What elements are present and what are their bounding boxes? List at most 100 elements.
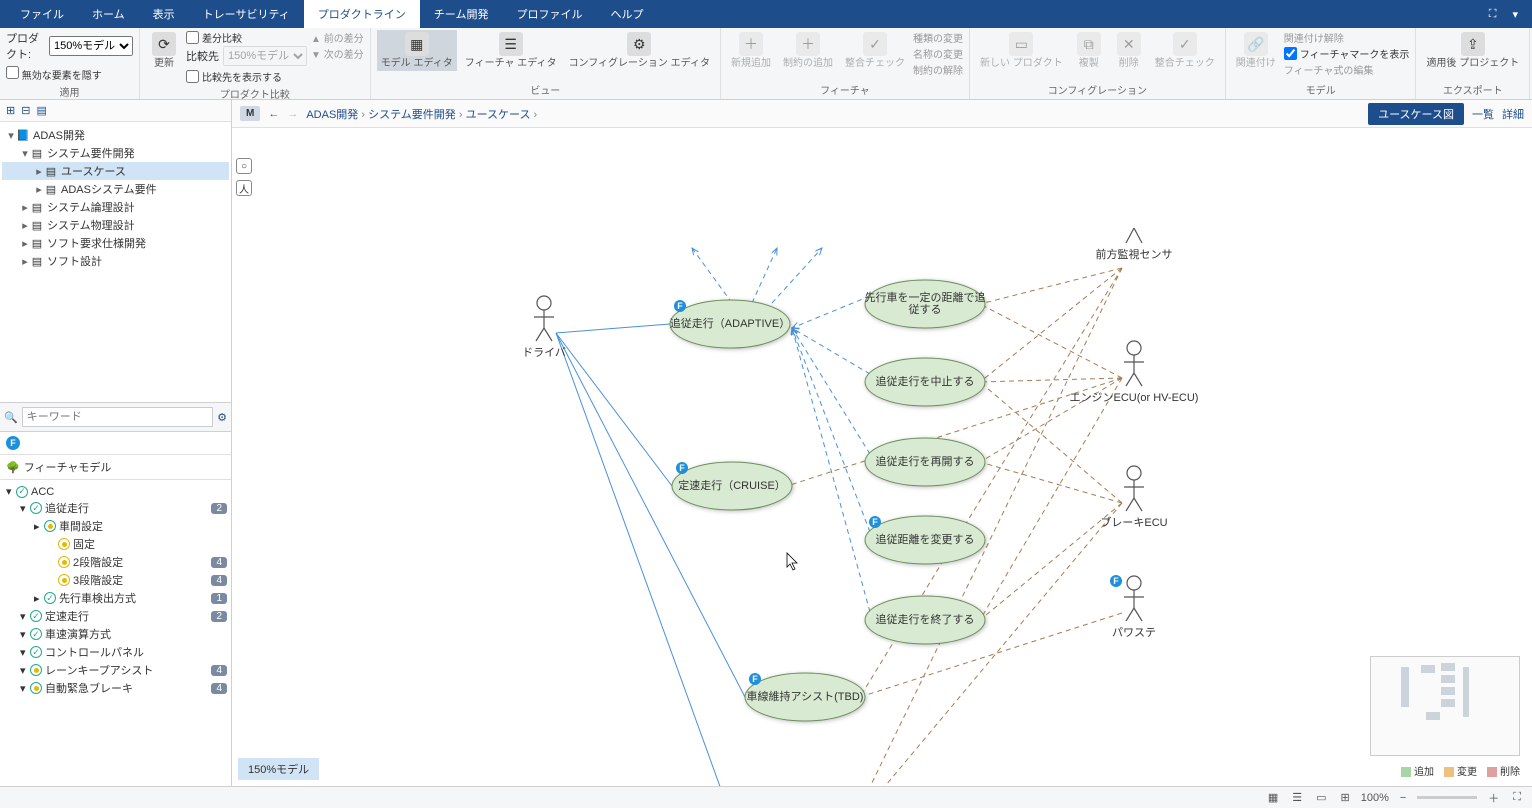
feature-node[interactable]: ▾✓定速走行2 bbox=[2, 607, 229, 625]
add-constraint-button[interactable]: ＋制約の追加 bbox=[779, 30, 837, 71]
usecase[interactable]: 追従距離を変更するF bbox=[865, 516, 985, 564]
nav-fwd-icon[interactable]: → bbox=[287, 108, 298, 120]
zoom-fit-icon[interactable]: ⛶ bbox=[1510, 791, 1524, 804]
feature-model-label: フィーチャモデル bbox=[24, 459, 112, 475]
usecase[interactable]: 定速走行（CRUISE）F bbox=[672, 462, 792, 510]
actor[interactable]: ドライバ bbox=[522, 296, 566, 359]
feature-node[interactable]: ▾レーンキープアシスト4 bbox=[2, 661, 229, 679]
feature-node[interactable]: 固定 bbox=[2, 535, 229, 553]
tree-node[interactable]: ▾▤システム要件開発 bbox=[2, 144, 229, 162]
diff-compare-checkbox[interactable]: 差分比較 bbox=[186, 30, 307, 45]
menu-tab-5[interactable]: チーム開発 bbox=[420, 0, 503, 28]
show-fmark-checkbox[interactable]: フィーチャマークを表示 bbox=[1284, 46, 1410, 61]
usecase[interactable]: 追従走行を中止する bbox=[865, 358, 985, 406]
export-button[interactable]: ⇪適用後 プロジェクト bbox=[1422, 30, 1523, 71]
change-kind-button[interactable]: 種類の変更 bbox=[913, 30, 963, 45]
actor[interactable]: 前方監視センサ bbox=[1096, 228, 1173, 261]
feature-node[interactable]: ▾✓ACC bbox=[2, 484, 229, 499]
feature-node[interactable]: ▾✓追従走行2 bbox=[2, 499, 229, 517]
breadcrumb-item[interactable]: ユースケース bbox=[466, 109, 531, 121]
feature-node[interactable]: ▾自動緊急ブレーキ4 bbox=[2, 679, 229, 697]
link-button[interactable]: 🔗関連付け bbox=[1232, 30, 1280, 71]
palette-usecase-icon[interactable]: 人 bbox=[236, 180, 252, 196]
palette-actor-icon[interactable]: ○ bbox=[236, 158, 252, 174]
sidebar-toolbar: ⊞ ⊟ ▤ bbox=[0, 100, 231, 122]
actor[interactable]: ブレーキECU bbox=[1100, 466, 1167, 529]
new-product-button[interactable]: ▭新しい プロダクト bbox=[976, 30, 1067, 71]
feature-node[interactable]: ▸✓先行車検出方式1 bbox=[2, 589, 229, 607]
feature-editor-button[interactable]: ☰フィーチャ エディタ bbox=[461, 30, 561, 71]
filter-input[interactable] bbox=[22, 407, 213, 427]
zoom-in-icon[interactable]: ＋ bbox=[1485, 790, 1502, 806]
status-tree-icon[interactable]: ⊞ bbox=[1338, 791, 1353, 804]
zoom-slider[interactable] bbox=[1417, 796, 1477, 799]
update-button[interactable]: ⟳更新 bbox=[146, 30, 182, 71]
tree-filter-icon[interactable]: ▤ bbox=[36, 104, 46, 117]
list-view-link[interactable]: 一覧 bbox=[1472, 106, 1494, 122]
tree-node[interactable]: ▸▤ユースケース bbox=[2, 162, 229, 180]
breadcrumb-item[interactable]: ADAS開発 bbox=[306, 109, 358, 121]
tree-node[interactable]: ▸▤ソフト要求仕様開発 bbox=[2, 234, 229, 252]
model-editor-button[interactable]: ▦モデル エディタ bbox=[377, 30, 457, 71]
hide-invalid-checkbox[interactable]: 無効な要素を隠す bbox=[6, 66, 102, 82]
actor[interactable]: パワステF bbox=[1110, 575, 1156, 639]
feature-node[interactable]: ▾✓車速演算方式 bbox=[2, 625, 229, 643]
product-select[interactable]: 150%モデル bbox=[49, 36, 133, 56]
tree-node[interactable]: ▸▤ADASシステム要件 bbox=[2, 180, 229, 198]
usecase[interactable]: 追従走行を再開する bbox=[865, 438, 985, 486]
edit-fexpr-button[interactable]: フィーチャ式の編集 bbox=[1284, 62, 1410, 77]
filter-settings-icon[interactable]: ⚙ bbox=[217, 411, 227, 424]
m-chip[interactable]: M bbox=[240, 106, 260, 121]
tree-node[interactable]: ▾📘ADAS開発 bbox=[2, 126, 229, 144]
window-restore-icon[interactable]: ⛶ bbox=[1481, 4, 1505, 25]
feature-node[interactable]: 2段階設定4 bbox=[2, 553, 229, 571]
status-card-icon[interactable]: ▭ bbox=[1313, 791, 1329, 804]
config-editor-button[interactable]: ⚙コンフィグレーション エディタ bbox=[565, 30, 714, 71]
menu-tab-1[interactable]: ホーム bbox=[78, 0, 139, 28]
menu-tab-3[interactable]: トレーサビリティ bbox=[189, 0, 304, 28]
breadcrumb-item[interactable]: システム要件開発 bbox=[368, 109, 456, 121]
unlink-button[interactable]: 関連付け解除 bbox=[1284, 30, 1410, 45]
status-grid-icon[interactable]: ▦ bbox=[1265, 791, 1281, 804]
usecase[interactable]: 追従走行を終了する bbox=[865, 596, 985, 644]
prev-diff-button[interactable]: ▲ 前の差分 bbox=[311, 30, 364, 45]
menu-tab-7[interactable]: ヘルプ bbox=[596, 0, 657, 28]
diagram-canvas[interactable]: ○ 人 ドライバ 前方監視センサエンジンECU(or HV-ECU) ブレーキECU… bbox=[232, 128, 1532, 786]
menu-tab-6[interactable]: プロファイル bbox=[502, 0, 596, 28]
menu-tab-0[interactable]: ファイル bbox=[6, 0, 78, 28]
menu-tab-4[interactable]: プロダクトライン bbox=[304, 0, 420, 28]
feature-tree[interactable]: ▾✓ACC▾✓追従走行2▸車間設定固定2段階設定43段階設定4▸✓先行車検出方式… bbox=[0, 480, 231, 786]
actor[interactable]: エンジンECU(or HV-ECU) bbox=[1070, 341, 1199, 404]
duplicate-button[interactable]: ⧉複製 bbox=[1071, 30, 1107, 71]
tree-collapse-icon[interactable]: ⊟ bbox=[21, 104, 30, 117]
tree-expand-icon[interactable]: ⊞ bbox=[6, 104, 15, 117]
zoom-out-icon[interactable]: − bbox=[1397, 792, 1409, 804]
feature-node[interactable]: ▾✓コントロールパネル bbox=[2, 643, 229, 661]
tree-node[interactable]: ▸▤システム物理設計 bbox=[2, 216, 229, 234]
status-list-icon[interactable]: ☰ bbox=[1289, 791, 1305, 804]
menu-tab-2[interactable]: 表示 bbox=[139, 0, 189, 28]
usecase[interactable]: 車線維持アシスト(TBD)F bbox=[745, 673, 865, 721]
show-compare-checkbox[interactable]: 比較先を表示する bbox=[186, 69, 307, 84]
tree-node[interactable]: ▸▤システム論理設計 bbox=[2, 198, 229, 216]
compare-select[interactable]: 150%モデル bbox=[223, 46, 307, 66]
tree-node[interactable]: ▸▤ソフト設計 bbox=[2, 252, 229, 270]
minimap[interactable] bbox=[1370, 656, 1520, 756]
delete-button[interactable]: ✕削除 bbox=[1111, 30, 1147, 71]
feature-node[interactable]: ▸車間設定 bbox=[2, 517, 229, 535]
usecase[interactable]: 追従走行（ADAPTIVE）F bbox=[670, 300, 790, 348]
add-new-button[interactable]: ＋新規追加 bbox=[727, 30, 775, 71]
detail-view-link[interactable]: 詳細 bbox=[1502, 106, 1524, 122]
feature-node[interactable]: 3段階設定4 bbox=[2, 571, 229, 589]
next-diff-button[interactable]: ▼ 次の差分 bbox=[311, 46, 364, 61]
config-check-button[interactable]: ✓整合チェック bbox=[1151, 30, 1219, 71]
usecase-diagram-pill[interactable]: ユースケース図 bbox=[1368, 103, 1464, 125]
nav-back-icon[interactable]: ← bbox=[268, 108, 279, 120]
model-tree[interactable]: ▾📘ADAS開発▾▤システム要件開発▸▤ユースケース▸▤ADASシステム要件▸▤… bbox=[0, 122, 231, 402]
usecase[interactable]: 先行車を一定の距離で追従する bbox=[865, 280, 986, 328]
window-help-icon[interactable]: ▾ bbox=[1504, 4, 1526, 25]
remove-constraint-button[interactable]: 制約の解除 bbox=[913, 62, 963, 77]
svg-text:先行車を一定の距離で追: 先行車を一定の距離で追 bbox=[865, 290, 986, 304]
change-name-button[interactable]: 名称の変更 bbox=[913, 46, 963, 61]
feature-check-button[interactable]: ✓整合チェック bbox=[841, 30, 909, 71]
